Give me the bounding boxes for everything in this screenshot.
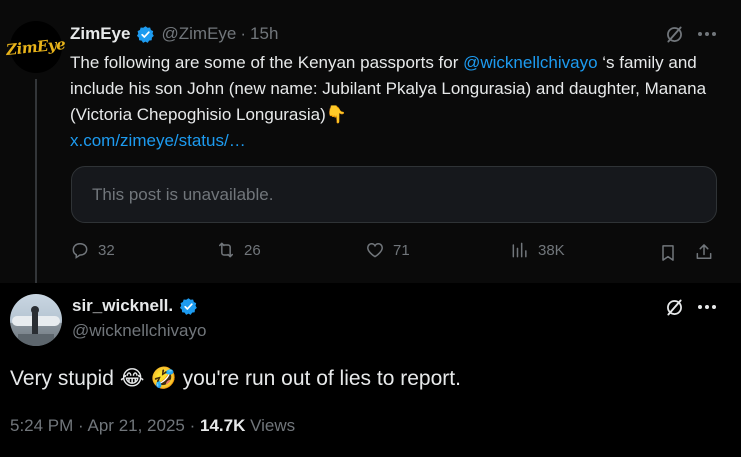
reply-author-name[interactable]: sir_wicknell. [72, 296, 173, 316]
avatar-logo-text: ZimEye [5, 34, 67, 60]
like-count: 71 [393, 241, 410, 259]
verified-badge-icon [137, 25, 155, 43]
views-button[interactable]: 38K [510, 240, 565, 260]
views-label: Views [250, 416, 296, 435]
action-bar: 32 26 71 38K [70, 240, 720, 266]
views-count: 14.7K [200, 416, 246, 435]
author-handle[interactable]: @ZimEye [161, 24, 236, 44]
reply-text: Very stupid 😂 🤣 you're run out of lies t… [10, 366, 461, 391]
repost-button[interactable]: 26 [216, 240, 261, 260]
reply-text-before: Very stupid [10, 366, 114, 390]
tweet-text: The following are some of the Kenyan pas… [70, 50, 730, 154]
repost-icon [219, 242, 233, 258]
share-icon[interactable] [694, 242, 714, 262]
reply-text-after: you're run out of lies to report. [182, 366, 461, 390]
unavailable-text: This post is unavailable. [92, 184, 274, 204]
reply-button[interactable]: 32 [70, 240, 115, 260]
verified-badge-icon [180, 297, 197, 315]
more-icon[interactable] [696, 299, 718, 315]
sir-wicknell-avatar[interactable] [10, 294, 62, 346]
unavailable-quote-card: This post is unavailable. [71, 166, 717, 223]
author-name[interactable]: ZimEye [70, 24, 130, 44]
reply-author-handle[interactable]: @wicknellchivayo [72, 321, 206, 341]
reply-count: 32 [98, 241, 115, 259]
grok-icon[interactable] [664, 297, 685, 318]
grok-icon[interactable] [664, 24, 685, 45]
repost-count: 26 [244, 241, 261, 259]
more-icon[interactable] [696, 26, 718, 42]
mention-link[interactable]: @wicknellchivayo [463, 53, 597, 72]
parent-header: ZimEye @ZimEye · 15h [70, 22, 278, 46]
thread-line [35, 79, 37, 283]
tweet-text-prefix: The following are some of the Kenyan pas… [70, 53, 464, 72]
tears-of-joy-emoji: 😂 [119, 367, 145, 390]
post-time[interactable]: 15h [250, 24, 278, 44]
views-icon [512, 242, 527, 258]
separator-dot: · [78, 416, 84, 435]
reply-header: sir_wicknell. [72, 296, 198, 316]
reply-date[interactable]: Apr 21, 2025 [88, 416, 185, 435]
status-link[interactable]: x.com/zimeye/status/… [70, 131, 246, 150]
reply-icon [72, 243, 88, 259]
reply-time[interactable]: 5:24 PM [10, 416, 73, 435]
rofl-emoji: 🤣 [150, 366, 177, 390]
avatar-photo [12, 306, 60, 346]
bookmark-icon[interactable] [658, 243, 678, 263]
separator-dot: · [189, 416, 196, 435]
separator-dot: · [240, 24, 247, 43]
reply-meta: 5:24 PM · Apr 21, 2025 · 14.7K Views [10, 416, 295, 436]
zimeye-avatar[interactable]: ZimEye [6, 21, 66, 73]
like-icon [367, 242, 383, 258]
views-count: 38K [538, 241, 565, 259]
like-button[interactable]: 71 [365, 240, 410, 260]
